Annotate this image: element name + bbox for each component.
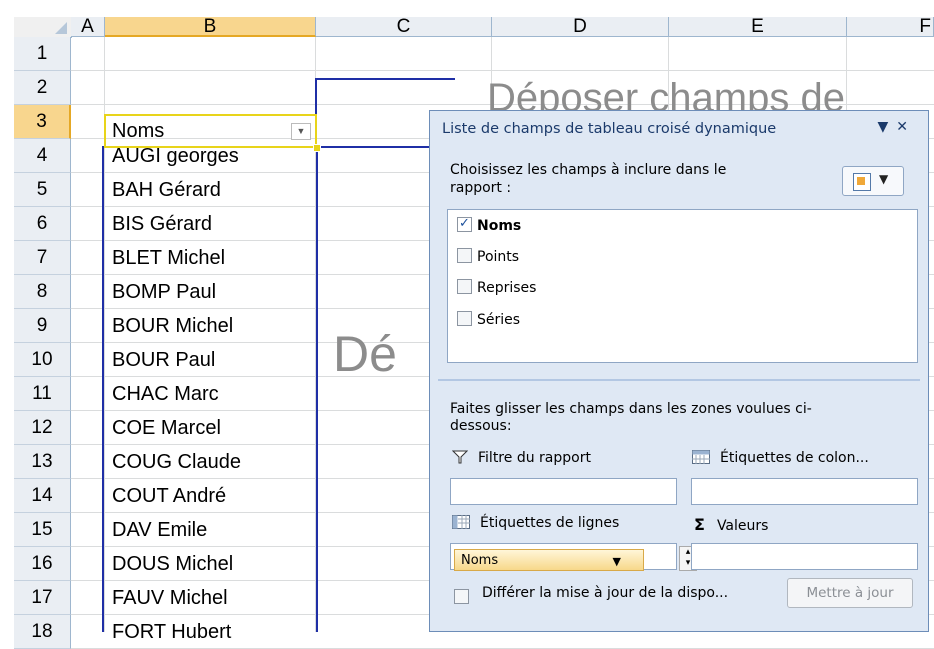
fill-handle[interactable] [313,144,321,152]
checkbox-checked[interactable] [457,214,472,234]
zone-label-text: Étiquettes de lignes [480,515,620,531]
field-item-reprises[interactable]: Reprises [457,278,536,298]
checkbox[interactable] [457,279,472,294]
pivot-row-area [102,146,318,632]
panel-controls[interactable]: ▼✕ [877,119,916,135]
drag-instruction: Faites glisser les champs dans les zones… [450,401,812,434]
row-header-8[interactable]: 8 [14,275,71,309]
row-header-4[interactable]: 4 [14,139,71,173]
chevron-down-icon[interactable]: ▼ [613,551,621,572]
layout-options-button[interactable]: ▼ [842,166,904,196]
row-labels-label: Étiquettes de lignes [452,515,619,531]
row-header-14[interactable]: 14 [14,479,71,513]
pivot-field-list-panel: Liste de champs de tableau croisé dynami… [429,110,929,632]
row-header-9[interactable]: 9 [14,309,71,343]
update-button[interactable]: Mettre à jour [787,578,913,608]
column-labels-icon [692,450,710,464]
filter-icon [451,450,469,464]
values-zone[interactable] [691,543,918,570]
zone-label-text: Étiquettes de colon... [720,450,869,466]
header-cell-noms[interactable]: Noms [105,114,316,148]
checkbox[interactable] [457,248,472,263]
zone-label-text: Filtre du rapport [478,450,591,466]
row-header-11[interactable]: 11 [14,377,71,411]
row-gridline [71,70,934,71]
field-label: Reprises [477,280,537,296]
row-field-noms[interactable]: Noms ▼ [454,549,644,571]
column-header-b[interactable]: B [105,17,316,37]
values-label: Σ Valeurs [694,515,768,534]
field-list: Noms Points Reprises Séries [447,209,918,363]
left-margin [0,0,14,632]
row-header-13[interactable]: 13 [14,445,71,479]
field-label: Séries [477,312,521,328]
column-header-d[interactable]: D [492,17,669,37]
row-header-1[interactable]: 1 [14,37,71,71]
row-header-18[interactable]: 18 [14,615,71,649]
sigma-icon: Σ [694,515,705,534]
column-header-a[interactable]: A [71,17,105,37]
row-header-15[interactable]: 15 [14,513,71,547]
row-header-7[interactable]: 7 [14,241,71,275]
column-labels-zone[interactable] [691,478,918,505]
row-header-12[interactable]: 12 [14,411,71,445]
drop-values-text: Dé [333,326,397,382]
defer-update-label: Différer la mise à jour de la dispo... [482,585,729,601]
close-icon[interactable]: ✕ [896,119,916,135]
column-header-f[interactable]: F [847,17,934,37]
panel-splitter[interactable] [438,379,920,381]
row-header-16[interactable]: 16 [14,547,71,581]
row-header-17[interactable]: 17 [14,581,71,615]
layout-icon [853,173,871,191]
field-label: Noms [477,218,522,234]
panel-menu-icon[interactable]: ▼ [877,119,896,135]
checkbox[interactable] [457,311,472,326]
column-header-e[interactable]: E [669,17,847,37]
row-header-3[interactable]: 3 [14,105,71,139]
panel-title: Liste de champs de tableau croisé dynami… [442,121,777,137]
row-field-label: Noms [461,553,499,568]
field-label: Points [477,249,520,265]
filter-dropdown-button[interactable]: ▼ [291,123,311,140]
column-labels-label: Étiquettes de colon... [692,450,869,466]
row-header-2[interactable]: 2 [14,71,71,105]
row-labels-icon [452,515,470,529]
select-all-corner[interactable] [14,17,72,38]
field-item-points[interactable]: Points [457,247,519,267]
report-filter-label: Filtre du rapport [451,450,591,466]
row-header-10[interactable]: 10 [14,343,71,377]
column-header-c[interactable]: C [316,17,492,37]
zone-label-text: Valeurs [716,518,769,534]
row-header-5[interactable]: 5 [14,173,71,207]
drop-fields-heading: Déposer champs de [487,78,845,111]
top-margin [0,0,934,17]
report-filter-zone[interactable] [450,478,677,505]
field-item-noms[interactable]: Noms [457,214,522,236]
field-item-series[interactable]: Séries [457,310,520,330]
defer-update-checkbox[interactable] [454,589,469,604]
chevron-down-icon: ▼ [879,172,889,186]
row-header-6[interactable]: 6 [14,207,71,241]
choose-fields-text: Choisissez les champs à inclure dans le … [450,162,727,196]
